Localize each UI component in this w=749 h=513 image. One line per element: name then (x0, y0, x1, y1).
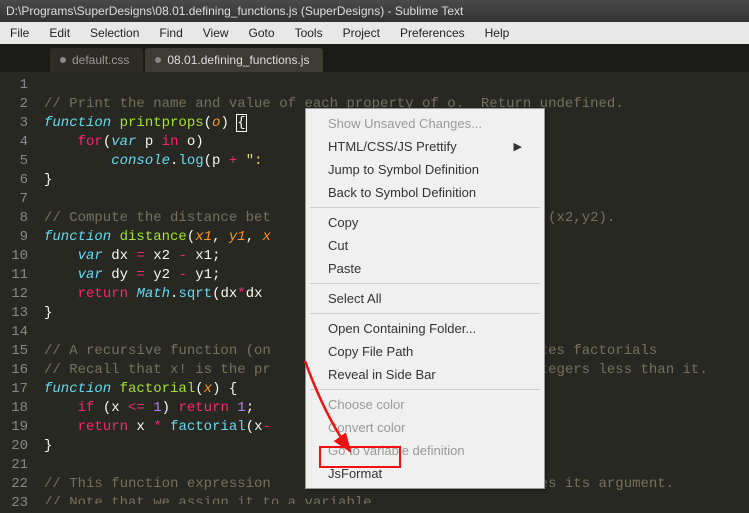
ctx-back-symbol[interactable]: Back to Symbol Definition (308, 181, 542, 204)
ctx-paste[interactable]: Paste (308, 257, 542, 280)
ctx-open-folder[interactable]: Open Containing Folder... (308, 317, 542, 340)
window-title: D:\Programs\SuperDesigns\08.01.defining_… (0, 0, 749, 22)
menu-find[interactable]: Find (149, 23, 192, 43)
ctx-goto-var[interactable]: Go to variable definition (308, 439, 542, 462)
menu-preferences[interactable]: Preferences (390, 23, 475, 43)
menu-bar: File Edit Selection Find View Goto Tools… (0, 22, 749, 44)
tab-default-css[interactable]: default.css (50, 48, 143, 72)
menu-view[interactable]: View (193, 23, 239, 43)
ctx-sep (310, 313, 540, 314)
ctx-convert-color[interactable]: Convert color (308, 416, 542, 439)
menu-file[interactable]: File (0, 23, 39, 43)
ctx-sep (310, 283, 540, 284)
menu-help[interactable]: Help (475, 23, 520, 43)
ctx-jump-symbol[interactable]: Jump to Symbol Definition (308, 158, 542, 181)
ctx-copy[interactable]: Copy (308, 211, 542, 234)
tab-dirty-dot (60, 57, 66, 63)
ctx-select-all[interactable]: Select All (308, 287, 542, 310)
ctx-sep (310, 207, 540, 208)
context-menu: Show Unsaved Changes... HTML/CSS/JS Pret… (305, 108, 545, 489)
line-gutter: 1234567891011121314151617181920212223 (0, 72, 36, 504)
tab-bar: default.css 08.01.defining_functions.js (0, 44, 749, 72)
ctx-cut[interactable]: Cut (308, 234, 542, 257)
tab-defining-functions[interactable]: 08.01.defining_functions.js (145, 48, 323, 72)
tab-label: 08.01.defining_functions.js (167, 53, 309, 67)
menu-project[interactable]: Project (333, 23, 390, 43)
tab-dirty-dot (155, 57, 161, 63)
ctx-reveal-sidebar[interactable]: Reveal in Side Bar (308, 363, 542, 386)
menu-tools[interactable]: Tools (285, 23, 333, 43)
menu-selection[interactable]: Selection (80, 23, 149, 43)
menu-edit[interactable]: Edit (39, 23, 80, 43)
ctx-copy-path[interactable]: Copy File Path (308, 340, 542, 363)
ctx-prettify[interactable]: HTML/CSS/JS Prettify▶ (308, 135, 542, 158)
ctx-sep (310, 389, 540, 390)
ctx-show-unsaved[interactable]: Show Unsaved Changes... (308, 112, 542, 135)
ctx-choose-color[interactable]: Choose color (308, 393, 542, 416)
submenu-arrow-icon: ▶ (514, 140, 522, 153)
tab-label: default.css (72, 53, 129, 67)
menu-goto[interactable]: Goto (239, 23, 285, 43)
ctx-jsformat[interactable]: JsFormat (308, 462, 542, 485)
